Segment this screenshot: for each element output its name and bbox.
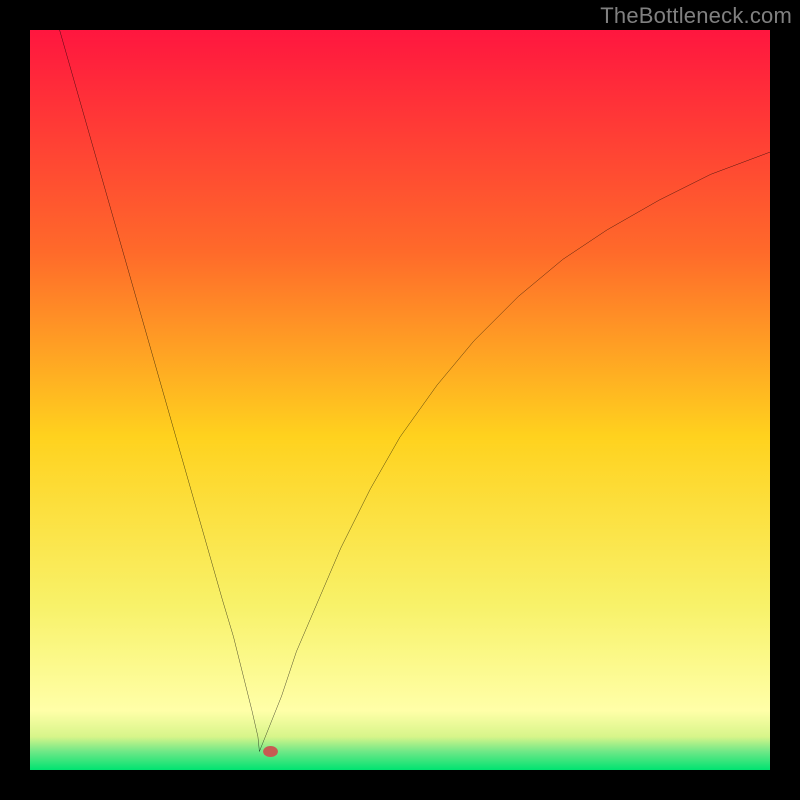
bottleneck-chart (30, 30, 770, 770)
optimal-point-marker (263, 746, 278, 757)
outer-frame: TheBottleneck.com (0, 0, 800, 800)
gradient-background (30, 30, 770, 770)
watermark-text: TheBottleneck.com (600, 3, 792, 29)
